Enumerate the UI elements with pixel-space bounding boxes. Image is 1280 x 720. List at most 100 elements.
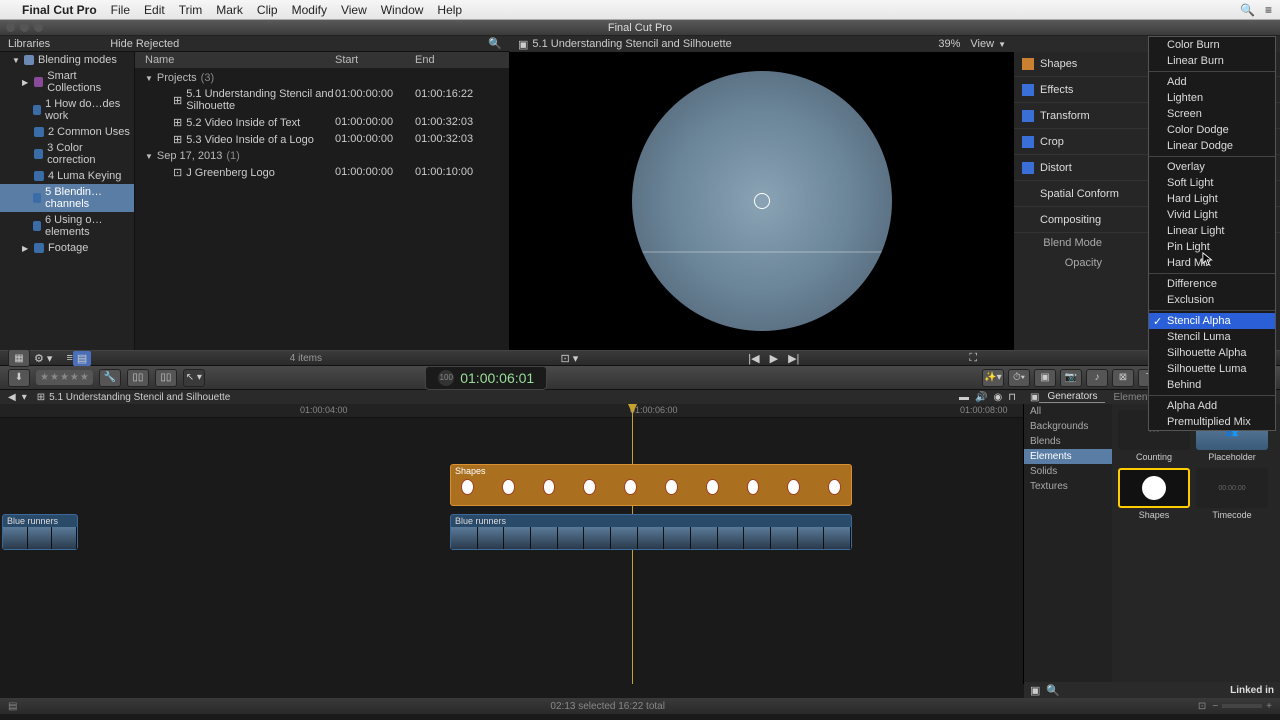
import-icon[interactable]: ⬇ [8, 369, 30, 387]
browser-search-icon[interactable]: 🔍 [488, 37, 502, 50]
arrange-icon[interactable]: ▯▯ [127, 369, 149, 387]
spotlight-icon[interactable]: 🔍 [1240, 3, 1255, 17]
blend-mode-dropdown[interactable]: Color Burn Linear Burn Add Lighten Scree… [1148, 36, 1276, 431]
col-start[interactable]: Start [335, 54, 415, 66]
clip-group-projects[interactable]: ▼ Projects (3) [135, 70, 509, 86]
blend-option[interactable]: Lighten [1149, 90, 1275, 106]
clip-item[interactable]: ⊞ 5.3 Video Inside of a Logo01:00:00:000… [135, 131, 509, 148]
cat-backgrounds[interactable]: Backgrounds [1024, 419, 1112, 434]
menu-window[interactable]: Window [381, 3, 424, 17]
blend-option[interactable]: Add [1149, 74, 1275, 90]
solo-icon[interactable]: ◉ [993, 392, 1002, 403]
filmstrip-toggle[interactable]: ▦ [8, 349, 30, 367]
blend-option[interactable]: Hard Mix [1149, 255, 1275, 271]
cat-solids[interactable]: Solids [1024, 464, 1112, 479]
arrange2-icon[interactable]: ▯▯ [155, 369, 177, 387]
blend-option[interactable]: Exclusion [1149, 292, 1275, 308]
menu-modify[interactable]: Modify [292, 3, 327, 17]
col-end[interactable]: End [415, 54, 505, 66]
timeline-clip-video[interactable]: Blue runners [450, 514, 852, 550]
clip-settings-icon[interactable]: ⚙ ▾ [34, 352, 52, 365]
blend-option[interactable]: Linear Dodge [1149, 138, 1275, 154]
blend-option[interactable]: Color Burn [1149, 37, 1275, 53]
transform-center-icon[interactable] [754, 193, 770, 209]
menu-help[interactable]: Help [437, 3, 462, 17]
blend-option[interactable]: Pin Light [1149, 239, 1275, 255]
blend-option[interactable]: Alpha Add [1149, 398, 1275, 414]
fullscreen-icon[interactable]: ⛶ [969, 352, 977, 365]
blend-option[interactable]: Overlay [1149, 159, 1275, 175]
timeline[interactable]: 01:00:04:00 01:00:06:00 01:00:08:00 Shap… [0, 404, 1024, 684]
play-icon[interactable]: ▶ [770, 352, 778, 365]
timeline-clip-shapes[interactable]: Shapes [450, 464, 852, 506]
menu-trim[interactable]: Trim [179, 3, 203, 17]
cat-blends[interactable]: Blends [1024, 434, 1112, 449]
gen-timecode[interactable]: 00:00:00Timecode [1196, 468, 1268, 520]
cat-textures[interactable]: Textures [1024, 479, 1112, 494]
blend-option[interactable]: Silhouette Luma [1149, 361, 1275, 377]
gen-shapes[interactable]: Shapes [1118, 468, 1190, 520]
prev-frame-icon[interactable]: |◀ [748, 352, 759, 365]
library-footage[interactable]: ▶Footage [0, 240, 134, 256]
traffic-min[interactable] [20, 23, 29, 32]
app-name-menu[interactable]: Final Cut Pro [22, 3, 97, 17]
blend-option-selected[interactable]: Stencil Alpha [1149, 313, 1275, 329]
viewer-canvas[interactable] [510, 52, 1014, 350]
menu-extras-icon[interactable]: ≡ [1265, 3, 1272, 17]
filmstrip-view-icon[interactable]: ▤ [73, 351, 91, 366]
timecode-display[interactable]: 100 01:00:06:01 [425, 366, 547, 390]
timeline-ruler[interactable]: 01:00:04:00 01:00:06:00 01:00:08:00 [0, 404, 1023, 418]
library-event-1[interactable]: 1 How do…des work [0, 96, 134, 124]
viewer-zoom[interactable]: 39% [938, 38, 960, 50]
timeline-history-icon[interactable]: ▾ [22, 392, 27, 403]
menu-clip[interactable]: Clip [257, 3, 278, 17]
library-event-6[interactable]: 6 Using o…elements [0, 212, 134, 240]
clip-item[interactable]: ⊞ 5.1 Understanding Stencil and Silhouet… [135, 86, 509, 114]
transitions-icon[interactable]: ⊠ [1112, 369, 1134, 387]
library-event-5[interactable]: 5 Blendin…channels [0, 184, 134, 212]
blend-option[interactable]: Vivid Light [1149, 207, 1275, 223]
cat-all[interactable]: All [1024, 404, 1112, 419]
timeline-index-icon[interactable]: ▤ [8, 701, 17, 712]
menu-edit[interactable]: Edit [144, 3, 165, 17]
photos-icon[interactable]: 📷 [1060, 369, 1082, 387]
rating-bar[interactable]: ★★★★★ [36, 370, 93, 385]
blend-option[interactable]: Stencil Luma [1149, 329, 1275, 345]
blend-option[interactable]: Screen [1149, 106, 1275, 122]
blend-option[interactable]: Premultiplied Mix [1149, 414, 1275, 430]
blend-option[interactable]: Silhouette Alpha [1149, 345, 1275, 361]
traffic-close[interactable] [6, 23, 15, 32]
menu-file[interactable]: File [111, 3, 130, 17]
library-event-3[interactable]: 3 Color correction [0, 140, 134, 168]
blend-option[interactable]: Soft Light [1149, 175, 1275, 191]
timeline-clip-detached[interactable]: Blue runners [2, 514, 78, 550]
tab-generators[interactable]: Generators [1039, 391, 1105, 403]
menu-mark[interactable]: Mark [216, 3, 243, 17]
blend-option[interactable]: Difference [1149, 276, 1275, 292]
music-icon[interactable]: ♪ [1086, 369, 1108, 387]
next-frame-icon[interactable]: ▶| [788, 352, 799, 365]
clip-group-date[interactable]: ▼ Sep 17, 2013 (1) [135, 148, 509, 164]
library-root[interactable]: ▼Blending modes [0, 52, 134, 68]
traffic-zoom[interactable] [34, 23, 43, 32]
keyword-icon[interactable]: 🔧 [99, 369, 121, 387]
zoom-in-icon[interactable]: + [1266, 701, 1272, 712]
menu-view[interactable]: View [341, 3, 367, 17]
skimming-icon[interactable]: ▬ [959, 392, 969, 403]
blend-option[interactable]: Color Dodge [1149, 122, 1275, 138]
library-event-4[interactable]: 4 Luma Keying [0, 168, 134, 184]
clip-item[interactable]: ⊡ J Greenberg Logo01:00:00:0001:00:10:00 [135, 164, 509, 181]
snap-icon[interactable]: ⊓ [1008, 392, 1016, 403]
effects-browser-icon[interactable]: ▣ [1034, 369, 1056, 387]
gen-search-icon[interactable]: 🔍 [1046, 684, 1060, 697]
blend-option[interactable]: Hard Light [1149, 191, 1275, 207]
gen-thumbsize-icon[interactable]: ▣ [1030, 684, 1040, 697]
clip-item[interactable]: ⊞ 5.2 Video Inside of Text01:00:00:0001:… [135, 114, 509, 131]
blend-option[interactable]: Linear Light [1149, 223, 1275, 239]
library-event-2[interactable]: 2 Common Uses [0, 124, 134, 140]
select-tool[interactable]: ↖ ▾ [183, 369, 205, 387]
list-view-icon[interactable]: ≡ [66, 352, 72, 364]
crop-tool-icon[interactable]: ⊡ ▾ [560, 352, 578, 365]
cat-elements[interactable]: Elements [1024, 449, 1112, 464]
blend-option[interactable]: Behind [1149, 377, 1275, 393]
